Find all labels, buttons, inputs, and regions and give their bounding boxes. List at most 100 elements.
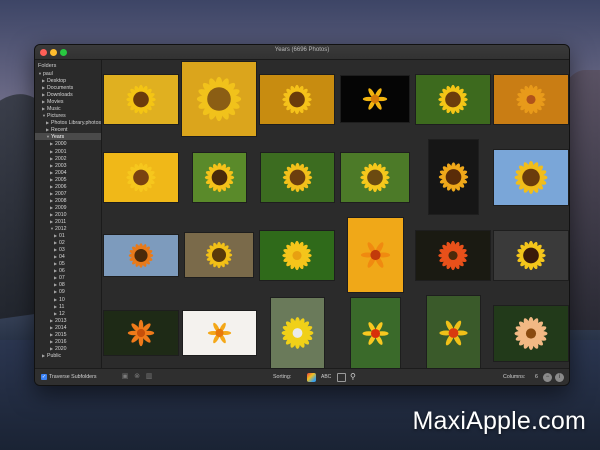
photo-cell[interactable]	[492, 60, 569, 138]
photo-thumbnail[interactable]	[182, 311, 256, 355]
photo-thumbnail[interactable]	[185, 233, 253, 277]
folder-item-04[interactable]: ▶ 04	[35, 253, 101, 260]
folder-icon[interactable]: ▣	[121, 373, 129, 381]
folder-item-movies[interactable]: ▶ Movies	[35, 98, 101, 105]
folder-item-2004[interactable]: ▶ 2004	[35, 169, 101, 176]
photo-thumbnail[interactable]	[104, 152, 178, 202]
title-bar[interactable]: Years (6696 Photos)	[35, 45, 569, 60]
folder-item-2007[interactable]: ▶ 2007	[35, 190, 101, 197]
folder-item-11[interactable]: ▶ 11	[35, 303, 101, 310]
folder-item-05[interactable]: ▶ 05	[35, 260, 101, 267]
photo-thumbnail[interactable]	[347, 218, 403, 292]
traverse-subfolders-checkbox[interactable]: ✓	[41, 374, 47, 380]
photo-thumbnail[interactable]	[494, 230, 568, 280]
folder-item-2005[interactable]: ▶ 2005	[35, 176, 101, 183]
photo-thumbnail[interactable]	[426, 296, 480, 370]
folder-item-downloads[interactable]: ▶ Downloads	[35, 91, 101, 98]
photo-thumbnail[interactable]	[192, 152, 246, 202]
folder-item-music[interactable]: ▶ Music	[35, 105, 101, 112]
folder-item-documents[interactable]: ▶ Documents	[35, 84, 101, 91]
photo-cell[interactable]	[180, 138, 258, 216]
trash-icon[interactable]: ▥	[145, 373, 153, 381]
photo-thumbnail[interactable]	[104, 311, 178, 355]
photo-thumbnail[interactable]	[494, 305, 568, 361]
photo-cell[interactable]	[336, 60, 414, 138]
folder-item-02[interactable]: ▶ 02	[35, 239, 101, 246]
photo-cell[interactable]	[258, 60, 336, 138]
folder-item-08[interactable]: ▶ 08	[35, 281, 101, 288]
photo-cell[interactable]	[180, 216, 258, 294]
folder-item-03[interactable]: ▶ 03	[35, 246, 101, 253]
photo-cell[interactable]	[336, 216, 414, 294]
photo-thumbnail[interactable]	[182, 62, 256, 136]
folder-item-recent[interactable]: ▶ Recent	[35, 126, 101, 133]
photo-cell[interactable]	[258, 138, 336, 216]
photo-thumbnail[interactable]	[494, 149, 568, 205]
folder-item-desktop[interactable]: ▶ Desktop	[35, 77, 101, 84]
photo-thumbnail[interactable]	[260, 74, 334, 124]
folder-item-06[interactable]: ▶ 06	[35, 267, 101, 274]
folder-item-photos-library-photoslibrary[interactable]: ▶Photos Library.photoslibrary	[35, 119, 101, 126]
photo-cell[interactable]	[180, 294, 258, 372]
photo-cell[interactable]	[336, 138, 414, 216]
photo-cell[interactable]	[492, 294, 569, 372]
photo-cell[interactable]	[414, 294, 492, 372]
info-button[interactable]: i	[555, 373, 564, 382]
folder-item-2012[interactable]: ▼2012	[35, 225, 101, 232]
photo-cell[interactable]	[102, 60, 180, 138]
folder-item-2002[interactable]: ▶ 2002	[35, 155, 101, 162]
folder-item-2014[interactable]: ▶ 2014	[35, 324, 101, 331]
photo-cell[interactable]	[492, 216, 569, 294]
folder-item-2020[interactable]: ▶ 2020	[35, 345, 101, 352]
photo-cell[interactable]	[336, 294, 414, 372]
folder-item-09[interactable]: ▶ 09	[35, 288, 101, 295]
folder-item-2003[interactable]: ▶ 2003	[35, 162, 101, 169]
folder-item-2015[interactable]: ▶ 2015	[35, 331, 101, 338]
photo-cell[interactable]	[180, 60, 258, 138]
photo-thumbnail[interactable]	[270, 298, 324, 368]
folder-item-2006[interactable]: ▶ 2006	[35, 183, 101, 190]
sort-by-name-button[interactable]: ABC	[321, 374, 331, 380]
folder-item-2011[interactable]: ▶ 2011	[35, 218, 101, 225]
folder-item-01[interactable]: ▶ 01	[35, 232, 101, 239]
photo-cell[interactable]	[102, 216, 180, 294]
photo-thumbnail[interactable]	[260, 152, 334, 202]
photo-cell[interactable]	[102, 294, 180, 372]
close-circle-icon[interactable]: ⊗	[133, 373, 141, 381]
photo-thumbnail[interactable]	[428, 140, 478, 214]
photo-thumbnail[interactable]	[341, 152, 409, 202]
photo-thumbnail[interactable]	[350, 297, 400, 369]
photo-thumbnail[interactable]	[260, 230, 334, 280]
folder-item-12[interactable]: ▶ 12	[35, 310, 101, 317]
folder-item-2013[interactable]: ▶ 2013	[35, 317, 101, 324]
sort-by-date-button[interactable]	[337, 373, 346, 382]
columns-decrease-button[interactable]: −	[543, 373, 552, 382]
photo-cell[interactable]	[102, 138, 180, 216]
folder-item-10[interactable]: ▶ 10	[35, 296, 101, 303]
photo-cell[interactable]	[414, 138, 492, 216]
folder-item-years[interactable]: ▼Years	[35, 133, 101, 141]
photo-cell[interactable]	[258, 294, 336, 372]
photo-thumbnail[interactable]	[341, 76, 409, 122]
search-icon[interactable]: ⚲	[350, 372, 356, 381]
folder-item-2001[interactable]: ▶ 2001	[35, 148, 101, 155]
folder-item-07[interactable]: ▶ 07	[35, 274, 101, 281]
folder-item-2008[interactable]: ▶ 2008	[35, 197, 101, 204]
photo-thumbnail[interactable]	[416, 74, 490, 124]
folder-item-2009[interactable]: ▶ 2009	[35, 204, 101, 211]
photo-thumbnail[interactable]	[416, 230, 490, 280]
photo-thumbnail[interactable]	[494, 74, 568, 124]
folder-item-2010[interactable]: ▶ 2010	[35, 211, 101, 218]
folder-item-2000[interactable]: ▶ 2000	[35, 140, 101, 147]
photo-cell[interactable]	[414, 216, 492, 294]
folder-item-public[interactable]: ▶ Public	[35, 352, 101, 359]
photo-thumbnail[interactable]	[104, 234, 178, 276]
folder-item-pictures[interactable]: ▼Pictures	[35, 112, 101, 119]
photo-cell[interactable]	[258, 216, 336, 294]
sort-by-color-button[interactable]	[307, 373, 316, 382]
photo-cell[interactable]	[492, 138, 569, 216]
photo-cell[interactable]	[414, 60, 492, 138]
photo-thumbnail[interactable]	[104, 74, 178, 124]
folder-item-2016[interactable]: ▶ 2016	[35, 338, 101, 345]
folder-item-paul[interactable]: ▼paul	[35, 70, 101, 77]
